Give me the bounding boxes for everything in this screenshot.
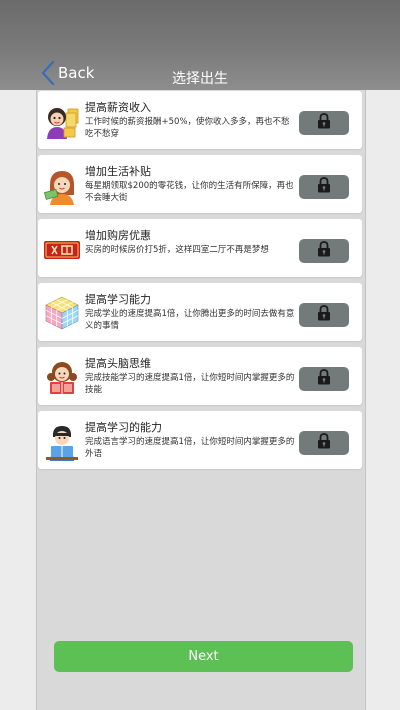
card-desc: 每星期领取$200的零花钱，让你的生活有所保障，再也不会睡大街 bbox=[85, 181, 294, 203]
card-desc: 工作时候的薪资报酬+50%，使你收入多多，再也不愁吃不愁穿 bbox=[85, 117, 290, 139]
option-card-thinking: 提高头脑思维 完成技能学习的速度提高1倍，让你短时间内掌握更多的技能 bbox=[38, 347, 362, 405]
lock-icon bbox=[317, 305, 331, 325]
option-card-language: 提高学习的能力 完成语言学习的速度提高1倍，让你短时间内掌握更多的外语 bbox=[38, 411, 362, 469]
card-title: 增加生活补贴 bbox=[85, 165, 151, 178]
rubiks-cube-icon bbox=[42, 293, 82, 333]
discount-tag-icon bbox=[42, 229, 82, 269]
lock-icon bbox=[317, 433, 331, 453]
unlock-button[interactable] bbox=[299, 175, 349, 199]
boy-reading-icon bbox=[42, 421, 82, 461]
top-bar: Back 选择出生 bbox=[0, 0, 400, 90]
option-card-allowance: 增加生活补贴 每星期领取$200的零花钱，让你的生活有所保障，再也不会睡大街 bbox=[38, 155, 362, 213]
salary-avatar-icon bbox=[42, 101, 82, 141]
page-title: 选择出生 bbox=[172, 71, 228, 87]
card-desc: 买房的时候房价打5折，这样四室二厅不再是梦想 bbox=[85, 245, 269, 255]
card-desc: 完成语言学习的速度提高1倍，让你短时间内掌握更多的外语 bbox=[85, 437, 295, 459]
girl-reading-icon bbox=[42, 357, 82, 397]
lock-icon bbox=[317, 369, 331, 389]
option-card-study: 提高学习能力 完成学业的速度提高1倍，让你腾出更多的时间去做有意义的事情 bbox=[38, 283, 362, 341]
option-card-housing: 增加购房优惠 买房的时候房价打5折，这样四室二厅不再是梦想 bbox=[38, 219, 362, 277]
option-card-salary: 提高薪资收入 工作时候的薪资报酬+50%，使你收入多多，再也不愁吃不愁穿 bbox=[38, 91, 362, 149]
unlock-button[interactable] bbox=[299, 111, 349, 135]
card-desc: 完成技能学习的速度提高1倍，让你短时间内掌握更多的技能 bbox=[85, 373, 295, 395]
lock-icon bbox=[317, 113, 331, 133]
card-desc: 完成学业的速度提高1倍，让你腾出更多的时间去做有意义的事情 bbox=[85, 309, 295, 331]
card-title: 提高头脑思维 bbox=[85, 357, 151, 370]
unlock-button[interactable] bbox=[299, 367, 349, 391]
lock-icon bbox=[317, 177, 331, 197]
unlock-button[interactable] bbox=[299, 431, 349, 455]
unlock-button[interactable] bbox=[299, 239, 349, 263]
next-button[interactable]: Next bbox=[54, 641, 353, 672]
card-title: 提高学习能力 bbox=[85, 293, 151, 306]
lock-icon bbox=[317, 241, 331, 261]
card-title: 提高学习的能力 bbox=[85, 421, 162, 434]
card-title: 提高薪资收入 bbox=[85, 101, 151, 114]
allowance-avatar-icon bbox=[42, 165, 82, 205]
unlock-button[interactable] bbox=[299, 303, 349, 327]
card-title: 增加购房优惠 bbox=[85, 229, 151, 242]
